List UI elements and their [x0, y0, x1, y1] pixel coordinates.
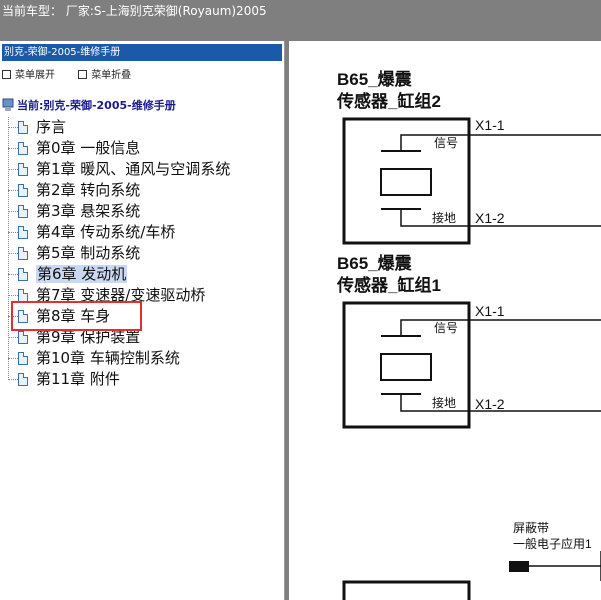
- tree-connector: [8, 190, 18, 191]
- wiring-diagram: B65_爆震 传感器_缸组2 信号 接地 X1-1 X1-2 B65_爆震 传感…: [336, 70, 601, 600]
- tree-item[interactable]: 第1章 暖风、通风与空调系统: [8, 159, 230, 180]
- document-icon: [18, 331, 28, 344]
- menu-actions: 菜单展开 菜单折叠: [2, 66, 151, 81]
- tree-item-label: 第3章 悬架系统: [36, 202, 141, 220]
- diagram-panel: B65_爆震 传感器_缸组2 信号 接地 X1-1 X1-2 B65_爆震 传感…: [285, 41, 601, 600]
- tree-item-label: 第4章 传动系统/车桥: [36, 223, 176, 241]
- document-icon: [18, 268, 28, 281]
- tree-connector: [8, 253, 18, 254]
- sensor2-title-1: B65_爆震: [337, 70, 413, 89]
- tree-item[interactable]: 第6章 发动机: [8, 264, 230, 285]
- selection-highlight: [11, 301, 142, 331]
- tree-item[interactable]: 第0章 一般信息: [8, 138, 230, 159]
- tree-item-label: 第5章 制动系统: [36, 244, 141, 262]
- tree-item-label: 第11章 附件: [36, 370, 120, 388]
- tree-item[interactable]: 序言: [8, 117, 230, 138]
- sensor1-element: [380, 353, 432, 381]
- sensor1-title-1: B65_爆震: [337, 254, 413, 273]
- tree-item-label: 第10章 车辆控制系统: [36, 349, 180, 367]
- shield-section: 屏蔽带 一般电子应用1: [342, 521, 601, 600]
- top-bar: 当前车型： 厂家:S-上海别克荣御(Royaum)2005: [0, 0, 601, 41]
- expand-menu-label: 菜单展开: [15, 70, 55, 81]
- square-icon: [78, 70, 88, 79]
- sensor1-ground-label: 接地: [432, 395, 456, 410]
- tree-item-label: 第0章 一般信息: [36, 139, 141, 157]
- next-component-box: [342, 580, 471, 600]
- tree-item[interactable]: 第2章 转向系统: [8, 180, 230, 201]
- sensor-bank2: B65_爆震 传感器_缸组2 信号 接地 X1-1 X1-2: [336, 70, 601, 245]
- tree-root-label: 当前:别克-荣御-2005-维修手册: [17, 99, 176, 112]
- vehicle-title: 当前车型： 厂家:S-上海别克荣御(Royaum)2005: [2, 4, 267, 18]
- tree-connector: [8, 379, 18, 380]
- document-icon: [18, 226, 28, 239]
- tree-connector: [8, 337, 18, 338]
- tree-item[interactable]: 第4章 传动系统/车桥: [8, 222, 230, 243]
- tree-root[interactable]: 当前:别克-荣御-2005-维修手册: [2, 97, 176, 113]
- tree-item[interactable]: 第11章 附件: [8, 369, 230, 390]
- tree-item[interactable]: 第5章 制动系统: [8, 243, 230, 264]
- tree-connector: [8, 127, 18, 128]
- expand-menu-button[interactable]: 菜单展开: [2, 70, 65, 81]
- tree-item-label: 第1章 暖风、通风与空调系统: [36, 160, 231, 178]
- sensor2-pin1: X1-1: [475, 117, 505, 133]
- sensor2-element: [380, 168, 432, 196]
- sensor2-ground-label: 接地: [432, 210, 456, 225]
- chapter-tree: 序言第0章 一般信息第1章 暖风、通风与空调系统 第2章 转向系统 第3章 悬架系统…: [8, 117, 230, 390]
- square-icon: [2, 70, 11, 79]
- document-icon: [18, 121, 28, 134]
- tree-connector: [8, 211, 18, 212]
- sidebar: 别克-荣御-2005-维修手册 菜单展开 菜单折叠 当前:别克-荣御-2005-…: [0, 41, 285, 600]
- tree-item[interactable]: 第3章 悬架系统: [8, 201, 230, 222]
- document-icon: [18, 184, 28, 197]
- tree-connector: [8, 232, 18, 233]
- document-icon: [18, 205, 28, 218]
- tree-item-label: 序言: [36, 118, 67, 136]
- sensor1-pin1: X1-1: [475, 303, 505, 319]
- shield-label-1: 屏蔽带: [513, 521, 549, 535]
- sensor2-title-2: 传感器_缸组2: [336, 91, 441, 111]
- collapse-menu-button[interactable]: 菜单折叠: [78, 70, 141, 81]
- tree-item-label: 第6章 发动机: [36, 265, 128, 283]
- document-icon: [18, 373, 28, 386]
- sensor2-pin2: X1-2: [475, 210, 505, 226]
- sensor1-title-2: 传感器_缸组1: [336, 275, 441, 295]
- tree-item-label: 第2章 转向系统: [36, 181, 141, 199]
- sensor1-pin2: X1-2: [475, 396, 505, 412]
- sensor2-signal-label: 信号: [434, 136, 458, 150]
- document-icon: [18, 352, 28, 365]
- tree-connector: [8, 295, 18, 296]
- sensor-bank1: B65_爆震 传感器_缸组1 信号 接地 X1-1 X1-2: [336, 254, 601, 429]
- sidebar-header: 别克-荣御-2005-维修手册: [2, 44, 282, 61]
- tree-connector: [8, 358, 18, 359]
- document-icon: [18, 247, 28, 260]
- document-icon: [18, 142, 28, 155]
- tree-item[interactable]: 第10章 车辆控制系统: [8, 348, 230, 369]
- tree-connector: [8, 148, 18, 149]
- collapse-menu-label: 菜单折叠: [91, 70, 132, 81]
- computer-icon: [2, 98, 14, 111]
- tree-connector: [8, 169, 18, 170]
- shield-label-2: 一般电子应用1: [513, 536, 592, 551]
- tree-connector: [8, 274, 18, 275]
- document-icon: [18, 163, 28, 176]
- shield-connector: [509, 561, 529, 572]
- sensor1-signal-label: 信号: [434, 321, 458, 335]
